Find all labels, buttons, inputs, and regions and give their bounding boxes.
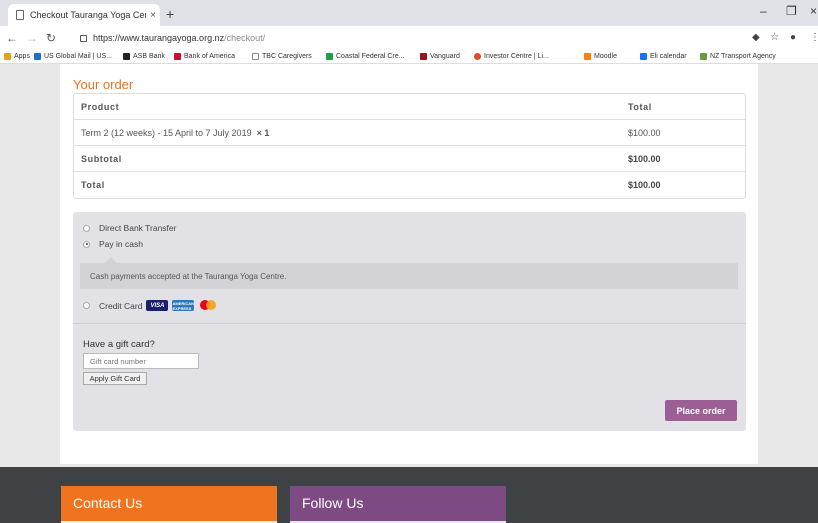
forward-icon[interactable]: → — [26, 31, 38, 45]
radio-button[interactable] — [83, 224, 90, 232]
visa-icon: VISA — [146, 300, 169, 311]
star-icon[interactable]: ☆ — [770, 32, 779, 43]
subtotal-row: Subtotal $100.00 — [74, 146, 745, 172]
mastercard-icon — [198, 300, 218, 311]
browser-tab[interactable]: Checkout Tauranga Yoga Centre × — [8, 4, 160, 26]
close-window-icon[interactable]: × — [810, 4, 817, 18]
url-path: /checkout/ — [224, 33, 266, 43]
bookmark-favicon — [584, 53, 591, 60]
site-footer: Contact Us Follow Us — [0, 467, 818, 523]
bookmark-favicon — [123, 53, 130, 60]
payment-box: Direct Bank Transfer Pay in cash Cash pa… — [73, 212, 746, 431]
bookmark-bofa[interactable]: Bank of America — [174, 53, 235, 60]
line-total: $100.00 — [628, 127, 661, 138]
bookmark-investor[interactable]: Investor Centre | Li... — [474, 53, 549, 60]
bookmark-favicon — [34, 53, 41, 60]
restore-icon[interactable]: ❐ — [786, 4, 797, 18]
amex-icon: AMERICAN EXPRESS — [172, 300, 195, 311]
bookmark-tbc[interactable]: TBC Caregivers — [252, 53, 312, 60]
radio-button-selected[interactable] — [83, 240, 90, 248]
lock-icon — [80, 34, 87, 42]
contact-us-heading: Contact Us — [61, 486, 277, 523]
bookmark-coastal[interactable]: Coastal Federal Cre... — [326, 53, 404, 60]
back-icon[interactable]: ← — [6, 31, 18, 45]
total-value: $100.00 — [628, 180, 661, 190]
total-header: Total — [628, 101, 652, 112]
page-icon — [16, 10, 24, 20]
follow-us-heading: Follow Us — [290, 486, 506, 523]
address-bar: ← → ↻ https://www.taurangayoga.org.nz/ch… — [0, 26, 818, 50]
bookmark-nzta[interactable]: NZ Transport Agency — [700, 53, 776, 60]
payment-option-cash[interactable]: Pay in cash — [83, 239, 143, 249]
bookmark-favicon — [700, 53, 707, 60]
bookmark-favicon — [640, 53, 647, 60]
browser-tab-strip: Checkout Tauranga Yoga Centre × + – ❐ × — [0, 0, 818, 26]
table-row: Term 2 (12 weeks) - 15 April to 7 July 2… — [74, 120, 745, 146]
divider — [73, 323, 746, 324]
bookmark-moodle[interactable]: Moodle — [584, 53, 617, 60]
bookmark-asb[interactable]: ASB Bank — [123, 53, 165, 60]
bookmark-favicon — [326, 53, 333, 60]
reload-icon[interactable]: ↻ — [46, 31, 56, 45]
subtotal-value: $100.00 — [628, 153, 661, 164]
url-host: https://www.taurangayoga.org.nz — [93, 33, 225, 43]
bookmark-vanguard[interactable]: Vanguard — [420, 53, 460, 60]
menu-icon[interactable]: ⋮ — [810, 32, 818, 43]
payment-option-credit-card[interactable]: Credit Card VISA AMERICAN EXPRESS — [83, 300, 218, 311]
new-tab-button[interactable]: + — [166, 6, 174, 22]
gift-card-title: Have a gift card? — [83, 339, 155, 350]
tab-close-icon[interactable]: × — [146, 10, 160, 21]
bookmarks-bar: Apps US Global Mail | US... ASB Bank Ban… — [0, 50, 818, 64]
total-row: Total $100.00 — [74, 172, 745, 198]
bookmark-apps[interactable]: Apps — [4, 53, 30, 60]
place-order-button[interactable]: Place order — [665, 400, 737, 421]
product-header: Product — [81, 101, 120, 112]
profile-icon[interactable]: ● — [790, 32, 796, 43]
apps-grid-icon — [4, 53, 11, 60]
total-label: Total — [81, 180, 105, 190]
gift-card-input[interactable] — [83, 353, 199, 369]
quantity: × 1 — [256, 127, 270, 138]
bookmark-favicon — [174, 53, 181, 60]
bookmark-usglobalmail[interactable]: US Global Mail | US... — [34, 53, 112, 60]
bookmark-favicon — [474, 53, 481, 60]
bookmark-eli-calendar[interactable]: Eli calendar — [640, 53, 687, 60]
radio-button[interactable] — [83, 302, 90, 309]
subtotal-label: Subtotal — [81, 153, 122, 164]
minimize-icon[interactable]: – — [760, 4, 767, 18]
checkout-page: Your order Product Total Term 2 (12 week… — [60, 64, 758, 464]
order-table: Product Total Term 2 (12 weeks) - 15 Apr… — [73, 93, 746, 199]
url-field[interactable]: https://www.taurangayoga.org.nz/checkout… — [80, 30, 265, 46]
tab-title: Checkout Tauranga Yoga Centre — [30, 10, 146, 20]
product-cell: Term 2 (12 weeks) - 15 April to 7 July 2… — [81, 127, 270, 138]
table-header-row: Product Total — [74, 94, 745, 120]
bookmark-favicon — [252, 53, 259, 60]
extension-icon[interactable]: ◆ — [752, 32, 760, 43]
bookmark-favicon — [420, 53, 427, 60]
cash-notice: Cash payments accepted at the Tauranga Y… — [80, 257, 738, 289]
apply-gift-card-button[interactable]: Apply Gift Card — [83, 372, 147, 385]
order-title: Your order — [73, 77, 134, 92]
payment-option-bank-transfer[interactable]: Direct Bank Transfer — [83, 223, 176, 233]
